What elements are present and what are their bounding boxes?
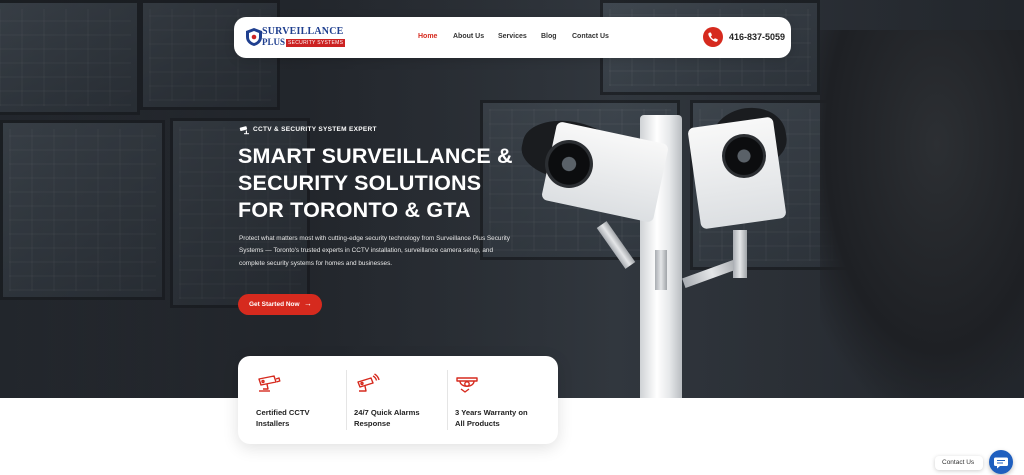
chat-label-button[interactable]: Contact Us bbox=[935, 456, 983, 470]
feature-label-line: Response bbox=[354, 418, 391, 428]
dome-camera-icon bbox=[456, 377, 478, 393]
shield-icon bbox=[246, 28, 262, 46]
alarm-camera-icon bbox=[357, 373, 380, 392]
site-logo[interactable]: SURVEILLANCE PLUS SECURITY SYSTEMS bbox=[246, 26, 346, 50]
chat-label: Contact Us bbox=[942, 459, 975, 466]
chat-icon bbox=[994, 457, 1008, 469]
phone-icon bbox=[708, 32, 718, 42]
hero-headline: SMART SURVEILLANCE & SECURITY SOLUTIONS … bbox=[238, 143, 538, 224]
logo-tagline: SECURITY SYSTEMS bbox=[286, 39, 346, 47]
cctv-camera-icon bbox=[258, 375, 281, 392]
camera-arm bbox=[733, 230, 747, 278]
feature-item: 24/7 Quick Alarms Response bbox=[346, 356, 446, 444]
chat-button[interactable] bbox=[989, 450, 1013, 474]
feature-label-line: Certified CCTV bbox=[256, 408, 310, 417]
hero-description: Protect what matters most with cutting-e… bbox=[239, 235, 511, 267]
feature-label: Certified CCTV Installers bbox=[256, 408, 344, 429]
phone-button[interactable] bbox=[703, 27, 723, 47]
hero-headline-line: FOR TORONTO & GTA bbox=[238, 198, 471, 222]
feature-label-line: 24/7 Quick Alarms bbox=[354, 408, 420, 417]
arrow-right-icon: → bbox=[304, 299, 312, 308]
nav-link-about[interactable]: About Us bbox=[453, 33, 484, 40]
feature-label: 3 Years Warranty on All Products bbox=[455, 408, 543, 429]
hero-headline-line: SECURITY SOLUTIONS bbox=[238, 171, 482, 195]
nav-link-blog[interactable]: Blog bbox=[541, 33, 557, 40]
nav-link-contact[interactable]: Contact Us bbox=[572, 33, 609, 40]
nav-link-home[interactable]: Home bbox=[418, 33, 437, 40]
get-started-label: Get Started Now bbox=[249, 301, 300, 308]
cctv-camera-icon bbox=[239, 126, 249, 135]
feature-item: Certified CCTV Installers bbox=[238, 356, 346, 444]
logo-text-plus: PLUS bbox=[262, 37, 286, 47]
feature-label-line: 3 Years Warranty on bbox=[455, 408, 528, 417]
feature-label-line: Installers bbox=[256, 418, 290, 428]
camera-arm bbox=[655, 250, 667, 290]
nav-link-services[interactable]: Services bbox=[498, 33, 527, 40]
hero-badge-text: CCTV & SECURITY SYSTEM EXPERT bbox=[253, 126, 377, 133]
navbar: SURVEILLANCE PLUS SECURITY SYSTEMS Home … bbox=[234, 17, 791, 58]
feature-label: 24/7 Quick Alarms Response bbox=[354, 408, 442, 429]
logo-text: SURVEILLANCE bbox=[262, 26, 344, 37]
hero-headline-line: SMART SURVEILLANCE & bbox=[238, 144, 513, 168]
camera-lens bbox=[722, 134, 766, 178]
phone-number[interactable]: 416-837-5059 bbox=[729, 32, 785, 42]
feature-item: 3 Years Warranty on All Products bbox=[446, 356, 558, 444]
feature-label-line: All Products bbox=[455, 418, 500, 428]
get-started-button[interactable]: Get Started Now → bbox=[238, 294, 322, 315]
features-card: Certified CCTV Installers 24/7 Quick Ala… bbox=[238, 356, 558, 444]
camera-lens bbox=[545, 140, 593, 188]
operator-silhouette bbox=[820, 30, 1024, 398]
